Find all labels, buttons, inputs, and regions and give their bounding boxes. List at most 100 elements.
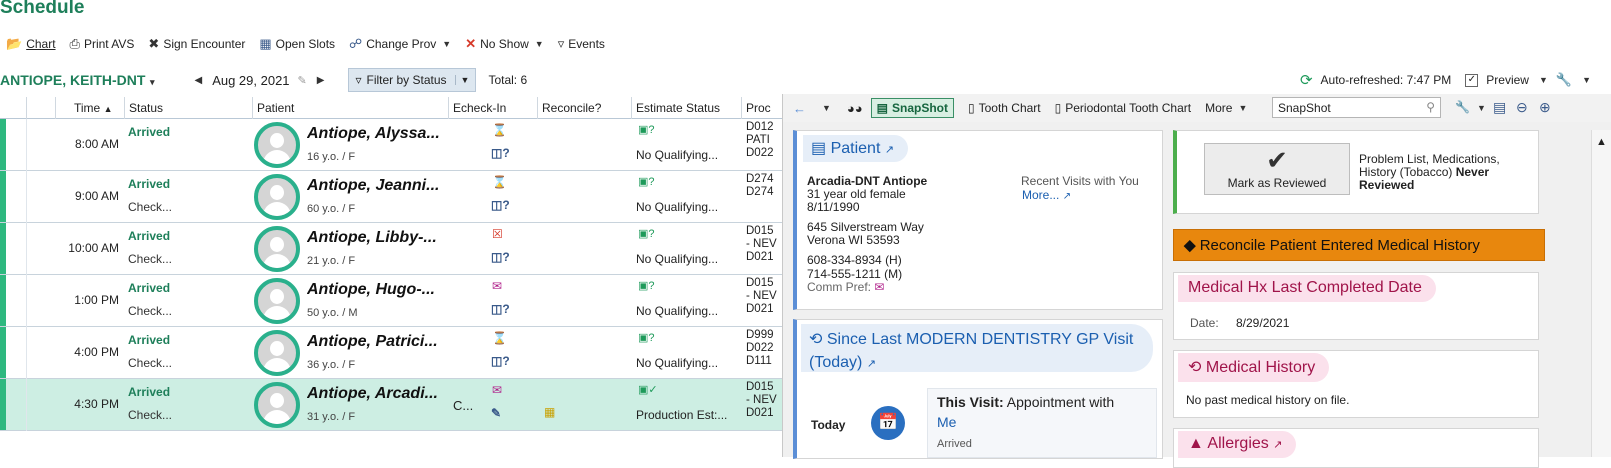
me-link[interactable]: Me: [937, 414, 956, 430]
pencil-icon[interactable]: ✎: [298, 74, 307, 87]
estimate-question-icon[interactable]: ▣?: [638, 279, 655, 292]
more-tabs-menu[interactable]: More ▼: [1205, 101, 1247, 115]
table-row[interactable]: 9:00 AM Arrived Check... Antiope, Jeanni…: [0, 171, 795, 223]
mark-as-reviewed-label: Mark as Reviewed: [1227, 176, 1327, 190]
tab-periodontal-tooth-chart[interactable]: ▯ Periodontal Tooth Chart: [1055, 101, 1191, 115]
mark-as-reviewed-button[interactable]: ✔ Mark as Reviewed: [1204, 143, 1350, 195]
scroll-up-icon[interactable]: ▲: [1592, 136, 1611, 148]
chevron-down-icon[interactable]: ▼: [1477, 103, 1486, 113]
print-avs-button[interactable]: ⎙ Print AVS: [70, 36, 135, 52]
kiosk-question-icon[interactable]: ◫?: [491, 250, 510, 264]
reconcile-medical-history-bar[interactable]: ◆ Reconcile Patient Entered Medical Hist…: [1173, 229, 1545, 261]
table-row[interactable]: 4:00 PM Arrived Check... Antiope, Patric…: [0, 327, 795, 379]
schedule-date[interactable]: Aug 29, 2021: [212, 73, 289, 88]
procedure-codes: D999 D022 D111: [746, 329, 786, 368]
wrench-icon[interactable]: 🔧: [1455, 100, 1470, 114]
panel-scrollbar[interactable]: ▲: [1591, 130, 1611, 457]
no-show-button[interactable]: ✕ No Show ▼: [465, 36, 544, 52]
chart-button[interactable]: 📂 Chart: [6, 36, 56, 52]
chevron-down-icon[interactable]: ▼: [1539, 75, 1548, 85]
chevron-down-icon[interactable]: ▼: [1582, 75, 1591, 85]
header-time[interactable]: Time ▲: [55, 97, 125, 119]
table-row[interactable]: 8:00 AM Arrived Antiope, Alyssa... 16 y.…: [0, 119, 795, 171]
next-day-arrow-icon[interactable]: ▶: [317, 75, 325, 86]
header-patient[interactable]: Patient: [252, 97, 448, 119]
kiosk-question-icon[interactable]: ◫?: [491, 302, 510, 316]
change-prov-button[interactable]: ☍ Change Prov ▼: [349, 36, 451, 52]
back-arrow-icon[interactable]: ←: [793, 101, 806, 116]
open-slots-button[interactable]: ▦ Open Slots: [259, 36, 335, 52]
table-row[interactable]: 4:30 PM Arrived Check... Antiope, Arcadi…: [0, 379, 795, 431]
estimate-check-icon[interactable]: ▣✓: [638, 383, 658, 396]
questionnaire-edit-icon[interactable]: ✎: [491, 406, 501, 420]
filter-by-status-button[interactable]: ▿ Filter by Status ▼: [348, 68, 477, 92]
page-title: Schedule: [0, 0, 85, 18]
chevron-down-icon[interactable]: ▼: [442, 39, 451, 49]
patient-name[interactable]: Antiope, Hugo-...: [307, 281, 447, 299]
patient-name[interactable]: Antiope, Alyssa...: [307, 125, 447, 143]
medical-hx-title[interactable]: Medical Hx Last Completed Date: [1178, 275, 1436, 302]
avatar[interactable]: [254, 278, 300, 324]
chevron-down-icon[interactable]: ▼: [822, 103, 831, 113]
patient-name[interactable]: Antiope, Libby-...: [307, 229, 447, 247]
tab-tooth-chart-label: Tooth Chart: [978, 101, 1041, 115]
patient-card-title[interactable]: ▤ Patient ↗: [803, 135, 909, 162]
hourglass-icon[interactable]: ⌛: [492, 331, 507, 345]
avatar[interactable]: [254, 122, 300, 168]
avatar[interactable]: [254, 382, 300, 428]
preview-checkbox[interactable]: ✓: [1465, 73, 1479, 87]
events-button[interactable]: ▿ Events: [558, 36, 605, 52]
avatar[interactable]: [254, 226, 300, 272]
kiosk-question-icon[interactable]: ◫?: [491, 354, 510, 368]
header-status[interactable]: Status: [124, 97, 252, 119]
mychart-icon[interactable]: ✉: [492, 279, 502, 293]
table-row[interactable]: 1:00 PM Arrived Check... Antiope, Hugo-.…: [0, 275, 795, 327]
search-icon[interactable]: ⚲: [1426, 100, 1435, 114]
hourglass-icon[interactable]: ⌛: [492, 175, 507, 189]
procedure-codes: D274 D274: [746, 173, 786, 199]
filter-label: Filter by Status: [366, 73, 447, 87]
binoculars-icon[interactable]: ◕◕: [847, 101, 863, 116]
avatar[interactable]: [254, 330, 300, 376]
estimate-question-icon[interactable]: ▣?: [638, 227, 655, 240]
zoom-in-icon[interactable]: ⊕: [1539, 99, 1551, 116]
kiosk-question-icon[interactable]: ◫?: [491, 146, 510, 160]
kiosk-question-icon[interactable]: ◫?: [491, 198, 510, 212]
header-reconcile[interactable]: Reconcile?: [537, 97, 631, 119]
allergies-title[interactable]: ▲ Allergies ↗: [1178, 431, 1297, 458]
avatar-head-shape: [270, 133, 284, 148]
estimate-question-icon[interactable]: ▣?: [638, 175, 655, 188]
hourglass-icon[interactable]: ⌛: [492, 123, 507, 137]
avatar-head-shape: [270, 341, 284, 356]
layout-icon[interactable]: ▤: [1493, 99, 1506, 116]
table-row[interactable]: 10:00 AM Arrived Check... Antiope, Libby…: [0, 223, 795, 275]
refresh-icon[interactable]: ⟳: [1300, 71, 1313, 89]
since-last-visit-title[interactable]: ⟲ Since Last MODERN DENTISTRY GP Visit (…: [801, 324, 1153, 372]
estimate-question-icon[interactable]: ▣?: [638, 123, 655, 136]
more-visits-link[interactable]: More... ↗: [1022, 188, 1071, 202]
header-estimate-status[interactable]: Estimate Status: [631, 97, 741, 119]
mychart-icon[interactable]: ✉: [492, 383, 502, 397]
no-entry-icon[interactable]: ☒: [492, 227, 503, 241]
provider-selector[interactable]: ANTIOPE, KEITH-DNT ▾: [0, 72, 154, 88]
estimate-question-icon[interactable]: ▣?: [638, 331, 655, 344]
header-echeck-in[interactable]: Echeck-In: [448, 97, 537, 119]
chevron-down-icon[interactable]: ▼: [454, 75, 469, 85]
patient-name[interactable]: Antiope, Jeanni...: [307, 177, 447, 195]
wrench-icon[interactable]: 🔧: [1556, 72, 1572, 88]
patient-name[interactable]: Antiope, Arcadi...: [307, 385, 447, 403]
tab-snapshot[interactable]: ▤ SnapShot: [870, 98, 954, 118]
activity-search-input[interactable]: SnapShot ⚲: [1272, 97, 1441, 118]
reconcile-icon[interactable]: ▦: [544, 405, 555, 419]
patient-name[interactable]: Antiope, Patrici...: [307, 333, 447, 351]
tab-tooth-chart[interactable]: ▯ Tooth Chart: [968, 101, 1041, 115]
previous-day-arrow-icon[interactable]: ◀: [194, 75, 202, 86]
appointment-status: Arrived: [128, 177, 171, 191]
sign-encounter-button[interactable]: ✖ Sign Encounter: [148, 36, 245, 52]
chevron-down-icon[interactable]: ▼: [535, 39, 544, 49]
medical-history-title[interactable]: ⟲ Medical History: [1178, 353, 1330, 382]
estimate-status: No Qualifying...: [636, 304, 719, 318]
zoom-out-icon[interactable]: ⊖: [1516, 99, 1528, 116]
avatar[interactable]: [254, 174, 300, 220]
procedure-code: D012: [746, 121, 774, 133]
